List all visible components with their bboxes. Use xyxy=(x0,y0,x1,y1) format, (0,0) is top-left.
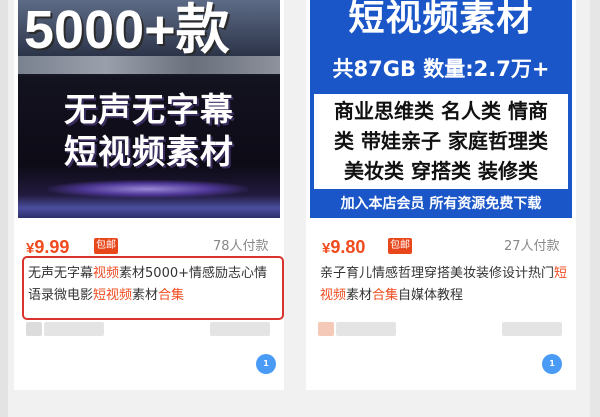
page-edge-right xyxy=(590,0,600,417)
price-value: 9.80 xyxy=(330,237,366,257)
banner-title: 短视频素材 xyxy=(348,0,534,39)
title-segment: 亲子育儿情感哲理穿搭美妆装修设计热门 xyxy=(320,266,555,281)
product-card-1[interactable]: 5000+款 无声无字幕 短视频素材 ¥9.99 包邮 78人付款 无声无字幕视… xyxy=(14,0,284,390)
banner-cta: 加入本店会员 所有资源免费下载 xyxy=(340,196,542,212)
location-blurred xyxy=(502,322,562,336)
page-edge-left xyxy=(0,0,8,417)
title-segment: 素材 xyxy=(132,288,159,303)
chat-icon[interactable]: 1 xyxy=(256,354,276,374)
title-highlight: 合集 xyxy=(372,288,399,303)
product-image-1[interactable]: 5000+款 无声无字幕 短视频素材 xyxy=(18,0,280,218)
title-segment: 素材 xyxy=(346,288,373,303)
free-shipping-badge: 包邮 xyxy=(94,238,118,254)
title-segment: 无声无字幕 xyxy=(28,266,94,281)
shop-name-blurred xyxy=(336,322,396,336)
product-image-2[interactable]: 短视频素材 共87GB 数量:2.7万+ 商业思维类 名人类 情商 类 带娃亲子… xyxy=(310,0,572,218)
stage-light-graphic xyxy=(48,180,248,198)
shop-avatar-blurred xyxy=(318,322,334,336)
free-shipping-badge: 包邮 xyxy=(388,238,412,254)
banner-stats: 共87GB 数量:2.7万+ xyxy=(332,57,550,81)
sales-count: 27人付款 xyxy=(504,239,560,254)
title-highlight: 视频 xyxy=(93,266,120,281)
product-title[interactable]: 亲子育儿情感哲理穿搭美妆装修设计热门短视频素材合集自媒体教程 xyxy=(320,263,570,307)
banner-line-1: 无声无字幕 xyxy=(64,90,234,129)
banner-line-2: 短视频素材 xyxy=(64,132,234,171)
banner-categories: 商业思维类 名人类 情商 类 带娃亲子 家庭哲理类 美妆类 穿搭类 装修类 xyxy=(314,96,568,186)
shop-avatar-blurred xyxy=(26,322,42,336)
title-highlight: 合集 xyxy=(158,288,185,303)
category-line-3: 美妆类 穿搭类 装修类 xyxy=(344,159,538,183)
location-blurred xyxy=(210,322,270,336)
banner-count-text: 5000+款 xyxy=(24,0,230,60)
shop-name-blurred xyxy=(44,322,104,336)
sales-count: 78人付款 xyxy=(213,239,269,254)
title-highlight: 短视频 xyxy=(93,288,133,303)
chat-icon[interactable]: 1 xyxy=(542,354,562,374)
category-line-2: 类 带娃亲子 家庭哲理类 xyxy=(334,129,548,153)
title-segment: 自媒体教程 xyxy=(398,288,464,303)
product-title[interactable]: 无声无字幕视频素材5000+情感励志心情语录微电影短视频素材合集 xyxy=(28,263,278,307)
price-value: 9.99 xyxy=(34,237,70,257)
product-card-2[interactable]: 短视频素材 共87GB 数量:2.7万+ 商业思维类 名人类 情商 类 带娃亲子… xyxy=(306,0,576,390)
category-line-1: 商业思维类 名人类 情商 xyxy=(334,99,548,123)
price: ¥9.80 xyxy=(322,236,365,260)
